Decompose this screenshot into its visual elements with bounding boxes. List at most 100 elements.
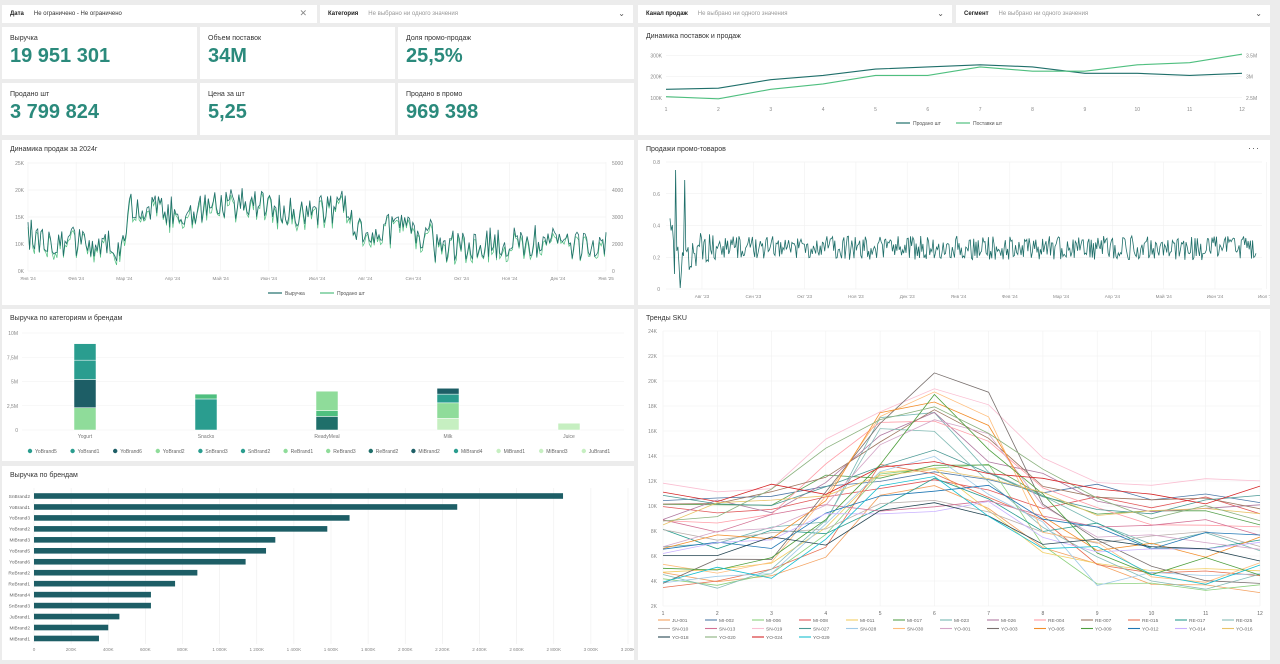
x-tick-label: Дек '24 bbox=[550, 276, 565, 281]
bar bbox=[34, 558, 246, 565]
clear-icon[interactable]: ✕ bbox=[299, 8, 307, 19]
legend-label: MI-008 bbox=[813, 618, 828, 624]
x-tick-label: Ноя '23 bbox=[848, 294, 864, 299]
legend-label: ReBrand1 bbox=[291, 449, 314, 455]
y-tick-label: 16K bbox=[648, 429, 658, 435]
y-tick-label: ReBrand1 bbox=[8, 581, 30, 587]
filter-channel-label: Канал продаж bbox=[646, 11, 688, 17]
bar-segment bbox=[315, 390, 339, 411]
series-line bbox=[669, 169, 1257, 289]
legend-label: YO-014 bbox=[1189, 627, 1206, 633]
legend-label: YO-016 bbox=[1236, 627, 1253, 633]
chart-category-brand: Выручка по категориям и брендам 0 2,5M 5M 7… bbox=[2, 309, 634, 461]
x-tick-label: 1 800K bbox=[361, 647, 376, 652]
x-tick-label: 2 400K bbox=[472, 647, 487, 652]
kpi-value: 3 799 824 bbox=[10, 101, 99, 123]
legend-swatch bbox=[411, 448, 416, 454]
legend-swatch bbox=[27, 448, 33, 454]
x-tick-label: Авг '24 bbox=[358, 276, 373, 281]
x-tick-label: 1 400K bbox=[287, 647, 302, 652]
legend-label: MI-006 bbox=[766, 618, 781, 624]
chevron-down-icon[interactable]: ⌄ bbox=[937, 9, 944, 18]
legend-label: JuBrand1 bbox=[589, 449, 611, 455]
kpi-value: 25,5% bbox=[406, 45, 463, 67]
x-tick-label: 1 200K bbox=[249, 647, 264, 652]
legend-label: MiBrand3 bbox=[546, 449, 568, 455]
legend-label: YO-020 bbox=[719, 635, 736, 641]
bar bbox=[34, 602, 151, 609]
legend-swatch bbox=[368, 448, 373, 454]
filter-category[interactable]: Категория Не выбрано ни одного значения … bbox=[320, 5, 633, 23]
kpi-card-promo-share: Доля промо-продаж 25,5% bbox=[398, 27, 634, 79]
bar-segment bbox=[194, 398, 218, 431]
legend-swatch bbox=[326, 448, 331, 454]
kpi-label: Цена за шт bbox=[208, 91, 245, 98]
x-tick-label: 6 bbox=[933, 611, 936, 617]
x-tick-label: Май '24 bbox=[213, 275, 230, 281]
y-tick-label: ReBrand2 bbox=[8, 571, 30, 577]
y2-tick-label: 2000 bbox=[612, 242, 623, 248]
bar-segment bbox=[436, 388, 460, 395]
y-tick-label: 2K bbox=[651, 604, 658, 610]
y-tick-label: 300K bbox=[650, 53, 662, 59]
filter-date-value: Не ограничено - Не ограничено bbox=[33, 11, 122, 17]
x-tick-label: Окт '23 bbox=[797, 294, 812, 299]
sales-2024-svg: 0K 0 10K 2000 15K 3000 20K 4000 25K 5000 Янв '24 Фе… bbox=[15, 161, 623, 297]
legend-label: YO-018 bbox=[672, 635, 689, 641]
x-tick-label: Ноя '24 bbox=[502, 276, 518, 281]
bar-segment bbox=[73, 379, 97, 408]
x-tick-label: 2 600K bbox=[509, 647, 524, 652]
x-tick-label: 8 bbox=[1031, 107, 1034, 113]
legend-label: Поставки шт bbox=[973, 121, 1003, 127]
legend-swatch bbox=[240, 448, 246, 454]
x-tick-label: 2 bbox=[717, 107, 720, 113]
x-tick-label: 9 bbox=[1084, 107, 1087, 113]
legend-swatch bbox=[70, 448, 75, 454]
x-tick-label: Фев '24 bbox=[68, 276, 84, 281]
y-tick-label: 25K bbox=[15, 161, 25, 167]
y-tick-label: 200K bbox=[650, 75, 662, 81]
chevron-down-icon[interactable]: ⌄ bbox=[1255, 9, 1262, 18]
series-line bbox=[662, 409, 1261, 510]
legend-label: SN-010 bbox=[672, 627, 689, 633]
kpi-label: Выручка bbox=[10, 35, 38, 42]
kpi-card-units-sold: Продано шт 3 799 824 bbox=[2, 83, 197, 135]
series-line bbox=[662, 412, 1261, 552]
x-tick-label: Мар '24 bbox=[116, 276, 133, 281]
bar-segment bbox=[73, 359, 97, 380]
legend-label: SN-028 bbox=[860, 627, 877, 633]
y-tick-label: 10K bbox=[15, 242, 25, 248]
x-tick-label: Сен '23 bbox=[745, 294, 761, 299]
filter-date[interactable]: Дата Не ограничено - Не ограничено ✕ bbox=[2, 5, 317, 23]
y-tick-label: 7,5M bbox=[7, 355, 18, 361]
legend-label: MiBrand4 bbox=[461, 449, 483, 455]
y2-tick-label: 3M bbox=[1246, 75, 1253, 81]
series-line bbox=[662, 401, 1261, 558]
legend-label: YoBrand5 bbox=[35, 449, 57, 455]
y-tick-label: 14K bbox=[648, 454, 658, 460]
y-tick-label: 0.8 bbox=[653, 160, 660, 166]
x-tick-label: Juice bbox=[563, 434, 575, 440]
y-tick-label: MiBrand1 bbox=[9, 636, 30, 642]
bar-segment bbox=[315, 416, 339, 431]
kpi-label: Доля промо-продаж bbox=[406, 35, 472, 42]
y2-tick-label: 5000 bbox=[612, 161, 623, 167]
x-tick-label: Окт '24 bbox=[454, 276, 469, 281]
filter-channel[interactable]: Канал продаж Не выбрано ни одного значен… bbox=[638, 5, 952, 23]
y-tick-label: YoBrand5 bbox=[9, 549, 30, 555]
series-line bbox=[662, 485, 1261, 593]
x-tick-label: Дек '23 bbox=[900, 294, 915, 299]
filter-segment[interactable]: Сегмент Не выбрано ни одного значения ⌄ bbox=[956, 5, 1270, 23]
x-tick-label: Янв '24 bbox=[951, 294, 967, 299]
x-tick-label: 2 800K bbox=[546, 647, 561, 652]
x-tick-label: 1 000K bbox=[212, 647, 227, 652]
legend-label: YO-029 bbox=[813, 635, 830, 641]
x-tick-label: Янв '24 bbox=[20, 276, 36, 281]
series-line bbox=[662, 477, 1261, 550]
y-tick-label: 2,5M bbox=[7, 404, 18, 410]
chevron-down-icon[interactable]: ⌄ bbox=[618, 9, 625, 18]
legend-label: Продано шт bbox=[913, 121, 942, 127]
legend-label: SnBrand2 bbox=[248, 449, 270, 455]
filter-category-value: Не выбрано ни одного значения bbox=[368, 11, 458, 17]
y-tick-label: MiBrand4 bbox=[9, 592, 30, 598]
